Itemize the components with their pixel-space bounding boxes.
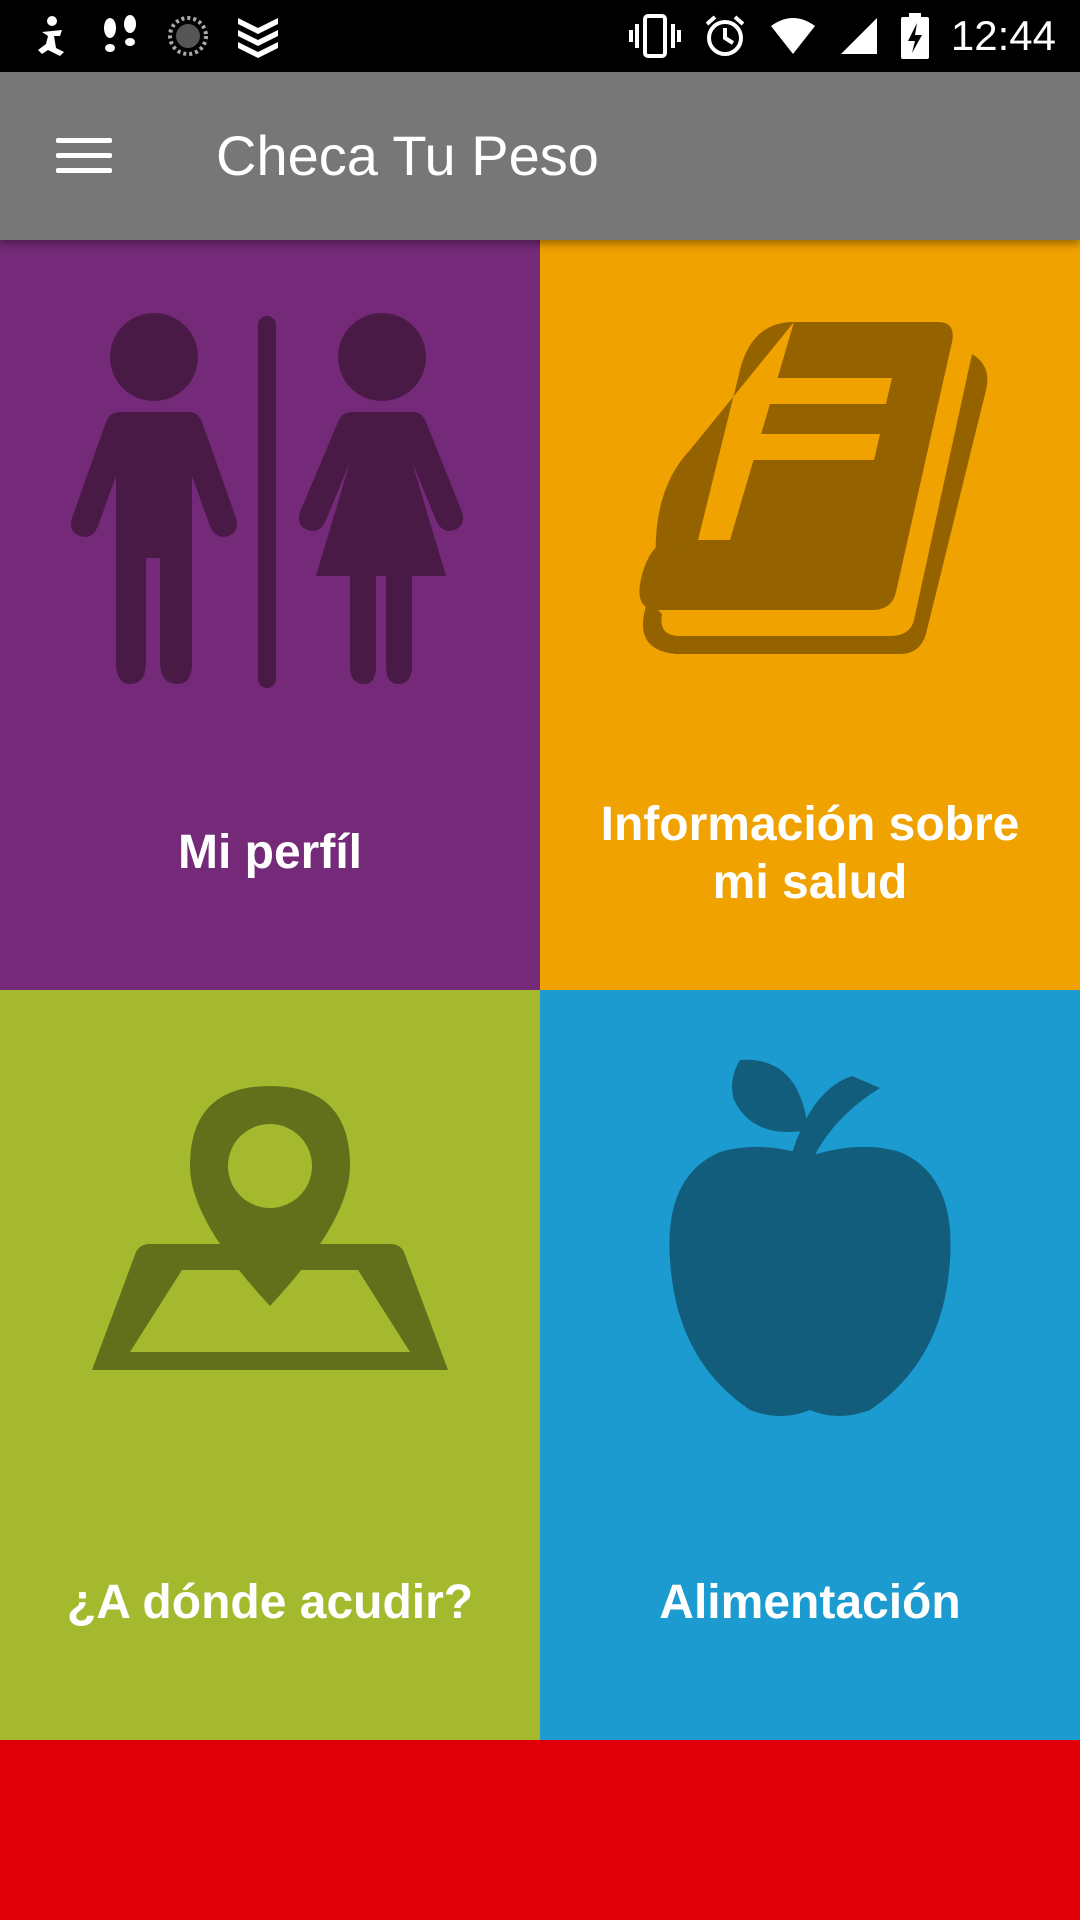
hamburger-menu-line <box>56 153 112 158</box>
footsteps-icon <box>104 15 136 52</box>
hamburger-menu-button[interactable] <box>40 118 130 194</box>
people-icon <box>71 313 463 688</box>
battery-charging-icon <box>900 13 929 59</box>
tile-label: Mi perfíl <box>177 826 362 879</box>
loading-icon <box>168 16 208 56</box>
tile-a-donde-acudir[interactable]: ¿A dónde acudir? <box>0 990 540 1740</box>
app-title: Checa Tu Peso <box>216 124 599 187</box>
status-bar: 12:44 <box>0 0 1080 72</box>
status-time: 12:44 <box>950 12 1056 59</box>
cellular-icon <box>840 18 877 54</box>
status-right-icons: 12:44 <box>628 10 1056 62</box>
app-bar: Checa Tu Peso <box>0 72 1080 240</box>
tile-mi-perfil[interactable]: Mi perfíl <box>0 240 540 990</box>
vibrate-icon <box>628 14 681 58</box>
accessibility-icon <box>38 16 64 56</box>
map-pin-icon <box>92 1086 448 1370</box>
hamburger-menu-icon <box>56 138 112 143</box>
tile-label: ¿A dónde acudir? <box>66 1576 474 1629</box>
bottom-banner <box>0 1740 1080 1920</box>
tile-informacion-salud[interactable]: Información sobre mi salud <box>540 240 1080 990</box>
tile-label: Información sobre mi salud <box>600 798 1020 909</box>
tile-alimentacion[interactable]: Alimentación <box>540 990 1080 1740</box>
alarm-icon <box>705 15 745 56</box>
book-icon <box>639 322 988 654</box>
status-left-icons <box>30 10 282 62</box>
apple-icon <box>669 1059 951 1416</box>
wifi-icon <box>770 18 815 54</box>
hamburger-menu-line <box>56 168 112 173</box>
tile-label: Alimentación <box>659 1576 961 1629</box>
layers-icon <box>238 18 278 58</box>
